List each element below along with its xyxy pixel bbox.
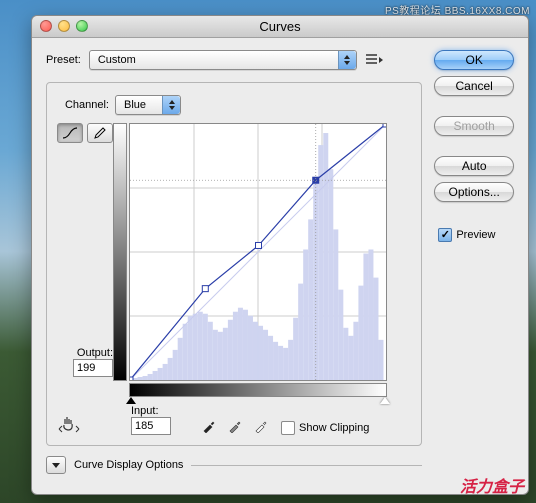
input-input[interactable]	[131, 417, 171, 435]
preview-checkbox[interactable]	[438, 228, 452, 242]
curve-display-label: Curve Display Options	[74, 459, 183, 471]
black-eyedropper[interactable]	[199, 417, 219, 435]
minimize-window-button[interactable]	[58, 20, 70, 32]
options-button[interactable]: Options...	[434, 182, 514, 202]
select-arrows-icon	[338, 51, 356, 69]
divider	[191, 465, 422, 466]
input-label: Input:	[131, 405, 171, 417]
channel-value: Blue	[124, 99, 146, 111]
gray-eyedropper[interactable]	[225, 417, 245, 435]
preset-value: Custom	[98, 54, 136, 66]
title-bar: Curves	[32, 16, 528, 38]
white-eyedropper[interactable]	[251, 417, 271, 435]
watermark-bottom: 活力盒子	[460, 473, 524, 497]
black-point-slider[interactable]	[126, 397, 136, 404]
channel-label: Channel:	[57, 99, 109, 111]
output-gradient[interactable]	[113, 123, 127, 381]
cancel-button[interactable]: Cancel	[434, 76, 514, 96]
curve-graph[interactable]	[129, 123, 387, 381]
preset-select[interactable]: Custom	[89, 50, 357, 70]
curve-tool-button[interactable]	[57, 123, 83, 143]
smooth-button[interactable]: Smooth	[434, 116, 514, 136]
curves-dialog: Curves Preset: Custom Channel:	[31, 15, 529, 495]
pencil-tool-button[interactable]	[87, 123, 113, 143]
ok-button[interactable]: OK	[434, 50, 514, 70]
curve-fieldset: Channel: Blue	[46, 82, 422, 446]
channel-select[interactable]: Blue	[115, 95, 181, 115]
preset-label: Preset:	[46, 54, 81, 66]
traffic-lights	[40, 20, 88, 32]
close-window-button[interactable]	[40, 20, 52, 32]
window-title: Curves	[259, 19, 300, 34]
scrubby-slider-tool[interactable]	[57, 413, 81, 435]
select-arrows-icon	[162, 96, 180, 114]
white-point-slider[interactable]	[380, 397, 390, 404]
zoom-window-button[interactable]	[76, 20, 88, 32]
output-input[interactable]	[73, 359, 113, 377]
preview-label: Preview	[456, 229, 495, 241]
show-clipping-checkbox[interactable]	[281, 421, 295, 435]
input-gradient[interactable]	[129, 383, 387, 397]
show-clipping-label: Show Clipping	[299, 422, 369, 434]
curve-display-toggle[interactable]	[46, 456, 66, 474]
auto-button[interactable]: Auto	[434, 156, 514, 176]
preset-menu-icon[interactable]	[365, 52, 383, 68]
output-label: Output:	[57, 347, 113, 359]
